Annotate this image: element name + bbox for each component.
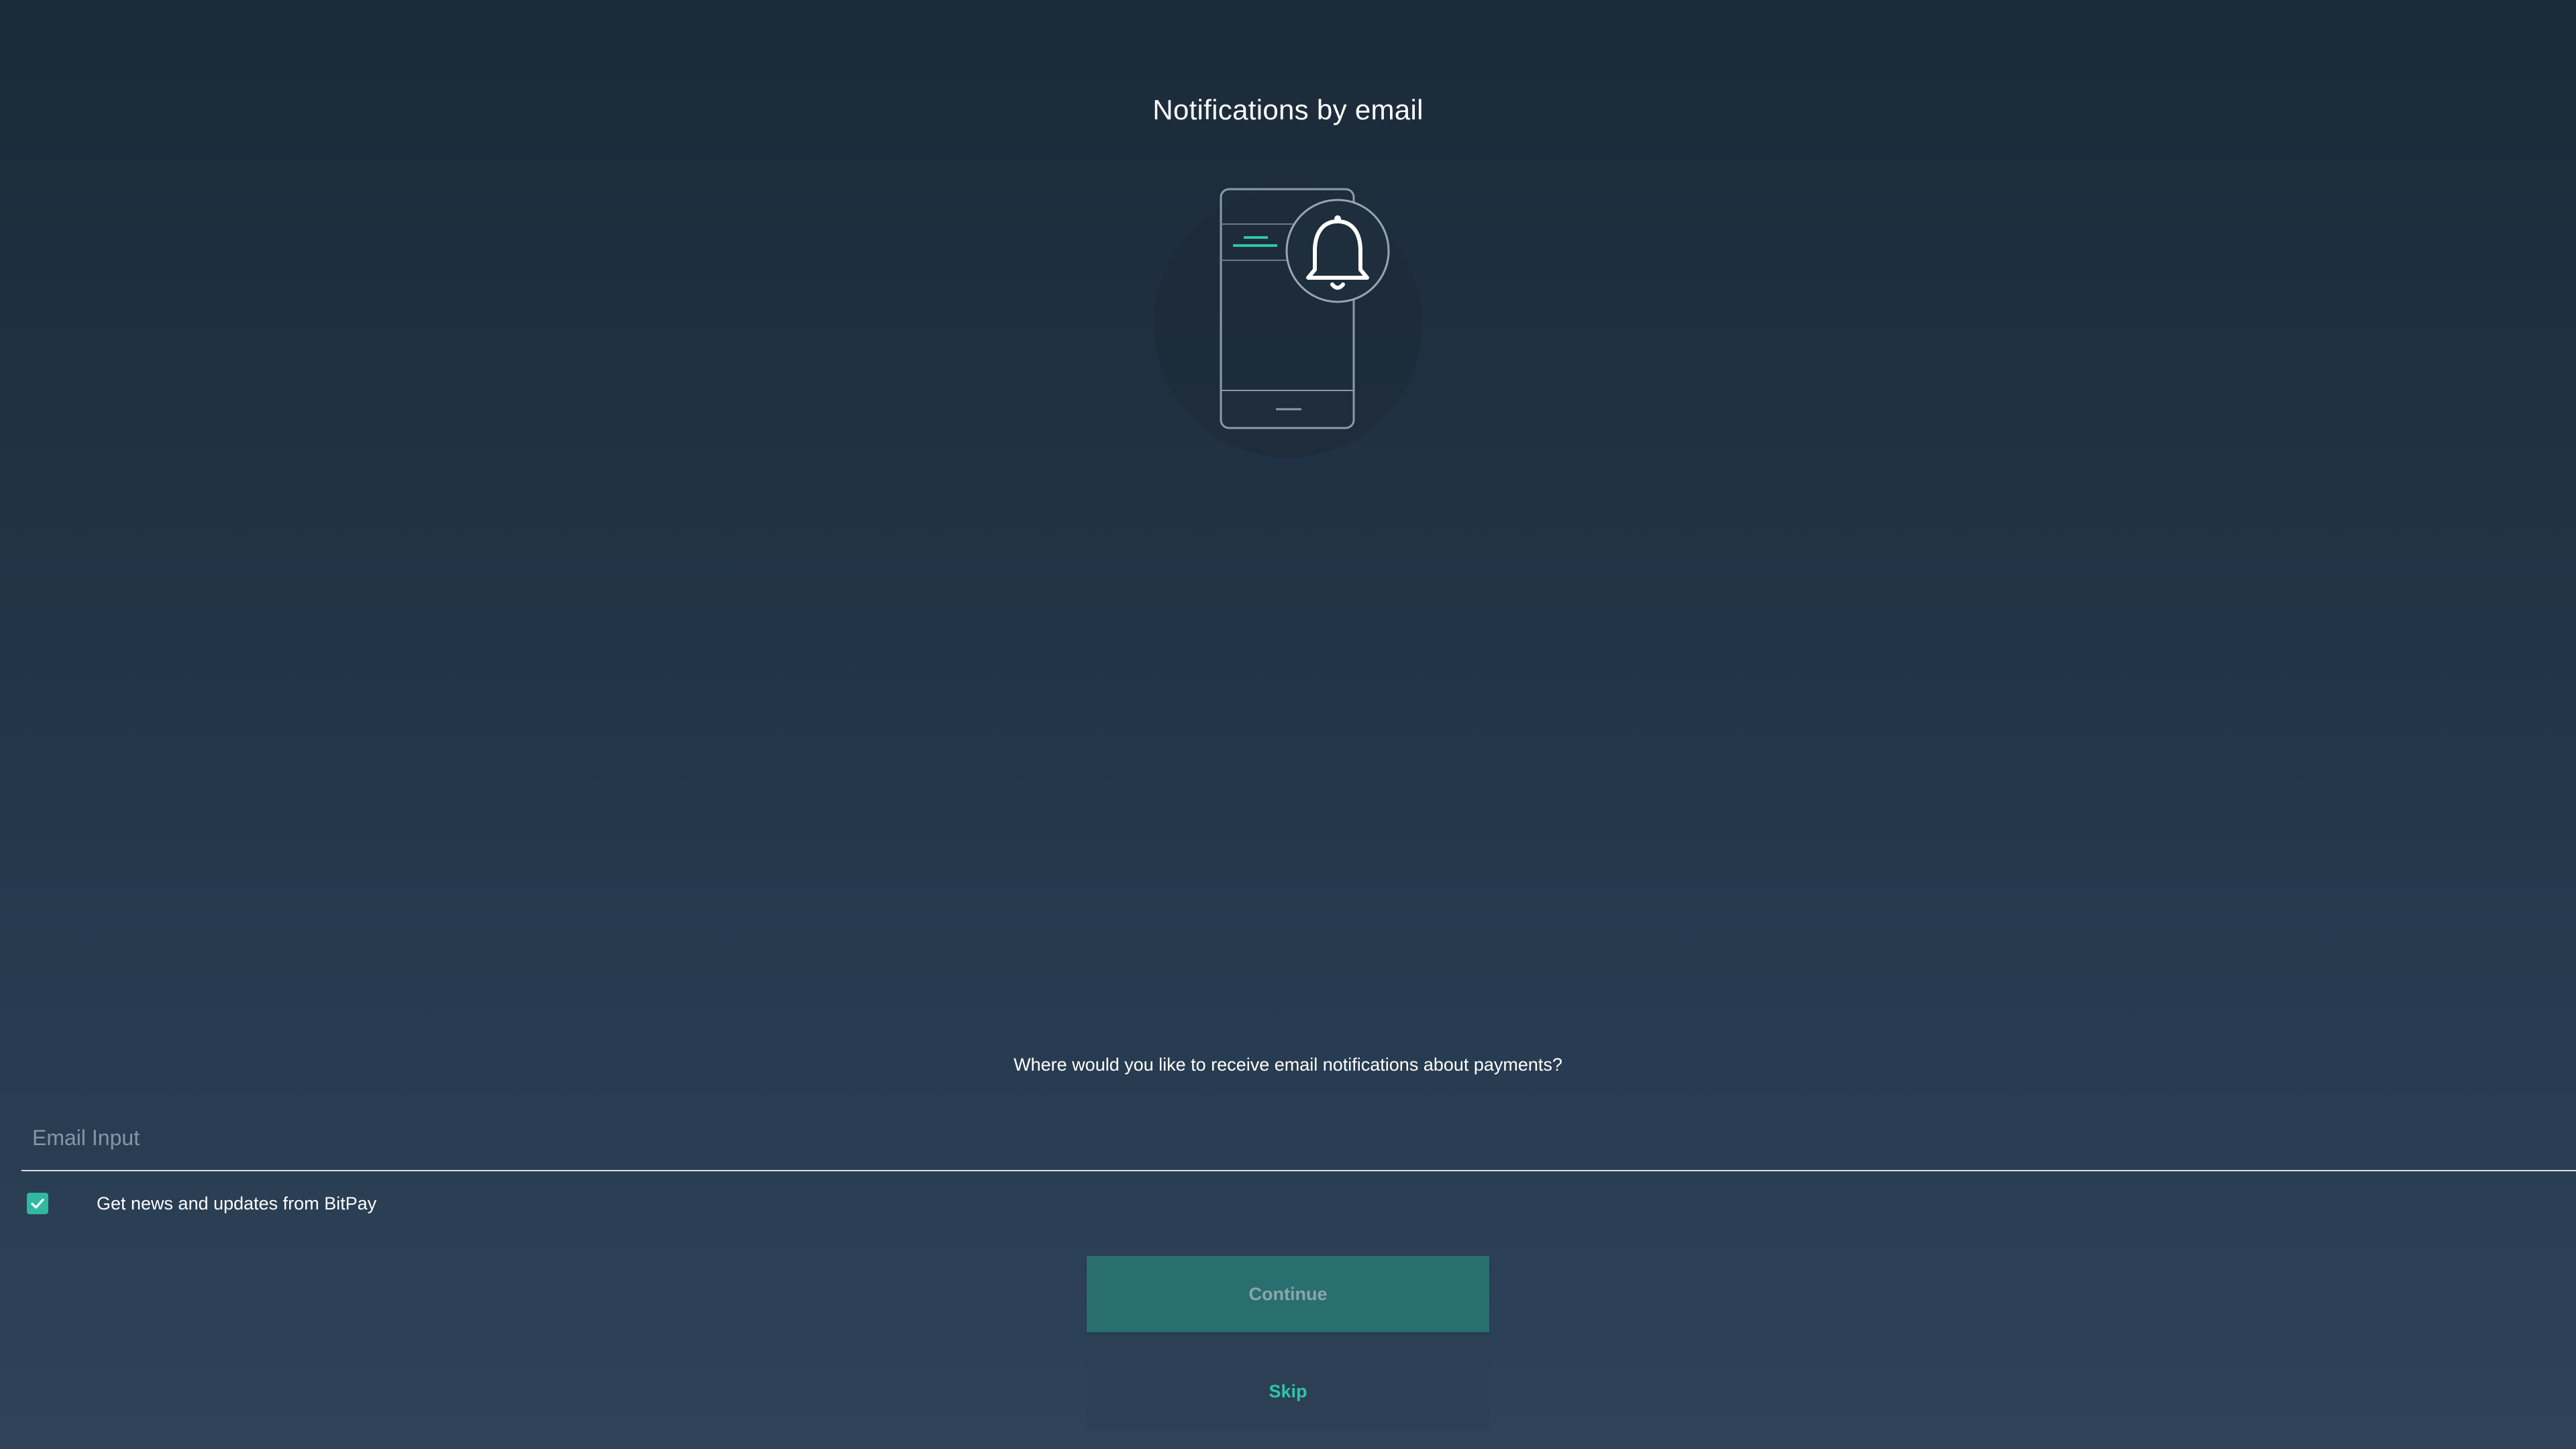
checkmark-icon: [31, 1198, 44, 1209]
news-updates-checkbox[interactable]: [27, 1193, 48, 1214]
email-prompt: Where would you like to receive email no…: [1014, 1055, 1562, 1075]
page-title: Notifications by email: [1152, 94, 1424, 125]
email-input[interactable]: [21, 1106, 2576, 1170]
email-field-wrapper: [21, 1106, 2576, 1171]
notification-illustration: [1140, 181, 1436, 463]
news-updates-label: Get news and updates from BitPay: [97, 1193, 377, 1214]
continue-button[interactable]: Continue: [1087, 1256, 1489, 1332]
phone-bell-icon: [1154, 188, 1422, 458]
skip-button[interactable]: Skip: [1087, 1354, 1489, 1429]
news-updates-row: Get news and updates from BitPay: [27, 1190, 376, 1217]
